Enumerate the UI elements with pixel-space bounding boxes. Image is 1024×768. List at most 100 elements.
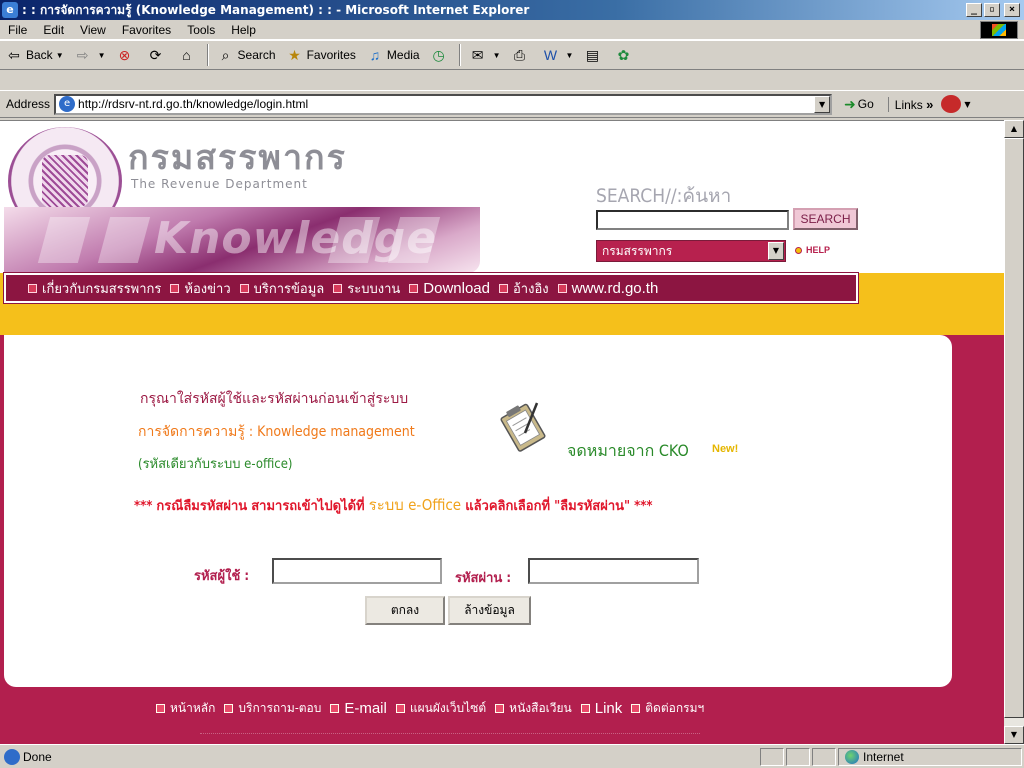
ok-button[interactable]: ตกลง (365, 596, 445, 625)
footer-nav: หน้าหลัก บริการถาม-ตอบ E-mail แผนผังเว็บ… (156, 699, 713, 718)
minimize-button[interactable]: _ (966, 3, 982, 17)
links-button[interactable]: Links » (887, 96, 934, 112)
nav-label: ห้องข่าว (184, 281, 231, 297)
footer-item-circulars[interactable]: หนังสือเวียน (495, 699, 572, 718)
footer-label: Link (594, 700, 623, 717)
page-viewport: กรมสรรพากร The Revenue Department Knowle… (0, 120, 1004, 744)
zone-label: Internet (863, 749, 904, 764)
windows-logo-icon (980, 21, 1018, 39)
back-button[interactable]: ⇦ Back ▼ (0, 42, 69, 68)
chevron-down-icon[interactable]: ▼ (964, 100, 970, 109)
chevron-down-icon[interactable]: ▼ (98, 51, 106, 60)
messenger-button[interactable]: ✿ (609, 42, 640, 68)
username-input[interactable] (272, 558, 442, 584)
login-note: (รหัสเดียวกับระบบ e-office) (138, 457, 293, 472)
extension-icon[interactable] (941, 95, 962, 113)
knowledge-banner: Knowledge Management (4, 207, 480, 273)
menu-file[interactable]: File (0, 23, 35, 37)
refresh-button[interactable]: ⟳ (142, 42, 173, 68)
site-logo-text: กรมสรรพากร (128, 138, 347, 178)
window-title: : : การจัดการความรู้ (Knowledge Manageme… (22, 2, 530, 17)
menu-favorites[interactable]: Favorites (114, 23, 179, 37)
footer-item-faq[interactable]: บริการถาม-ตอบ (224, 699, 321, 718)
footer-item-email[interactable]: E-mail (330, 700, 387, 717)
bullet-icon (330, 704, 340, 713)
mail-button[interactable]: ✉ ▼ (464, 42, 506, 68)
site-search-button[interactable]: SEARCH (793, 208, 858, 230)
history-button[interactable]: ◷ (425, 42, 456, 68)
address-field[interactable]: e http://rdsrv-nt.rd.go.th/knowledge/log… (54, 93, 833, 115)
bullet-icon (28, 283, 37, 293)
site-search-input[interactable] (596, 210, 789, 230)
search-button[interactable]: ⌕ Search (212, 42, 281, 68)
search-scope-select[interactable]: กรมสรรพากร ▼ (596, 240, 786, 262)
print-button[interactable]: ⎙ (506, 42, 537, 68)
forward-button[interactable]: ⇨ ▼ (69, 42, 111, 68)
address-bar: Address e http://rdsrv-nt.rd.go.th/knowl… (0, 90, 1024, 118)
chevron-down-icon[interactable]: ▼ (566, 51, 574, 60)
nav-item-services[interactable]: บริการข้อมูล (239, 278, 325, 299)
nav-item-reference[interactable]: อ้างอิง (498, 278, 549, 299)
nav-item-website[interactable]: www.rd.go.th (557, 280, 658, 297)
bullet-icon (495, 704, 505, 713)
footer-item-link[interactable]: Link (580, 700, 623, 717)
nav-item-download[interactable]: Download (409, 280, 490, 297)
close-button[interactable]: × (1004, 3, 1020, 17)
scroll-thumb[interactable] (1004, 138, 1024, 718)
footer-item-sitemap[interactable]: แผนผังเว็บไซต์ (395, 699, 486, 718)
vertical-scrollbar[interactable]: ▲ ▼ (1004, 120, 1024, 744)
search-scope-value: กรมสรรพากร (602, 244, 673, 258)
edit-button[interactable]: W ▼ (537, 42, 579, 68)
nav-item-systems[interactable]: ระบบงาน (333, 278, 400, 299)
go-button[interactable]: ➜ Go (844, 96, 874, 113)
address-dropdown-icon[interactable]: ▼ (814, 95, 831, 113)
media-button[interactable]: ♫ Media (361, 42, 425, 68)
discuss-button[interactable]: ▤ (578, 42, 609, 68)
menu-view[interactable]: View (72, 23, 114, 37)
clear-button[interactable]: ล้างข้อมูล (448, 596, 531, 625)
footer-item-home[interactable]: หน้าหลัก (156, 699, 215, 718)
password-input[interactable] (528, 558, 699, 584)
nav-label: บริการข้อมูล (253, 281, 325, 297)
chevron-down-icon[interactable]: ▼ (56, 51, 64, 60)
scroll-down-icon[interactable]: ▼ (1004, 726, 1024, 744)
help-link[interactable]: HELP (795, 245, 830, 255)
menu-edit[interactable]: Edit (35, 23, 72, 37)
chevron-down-icon[interactable]: ▼ (493, 51, 501, 60)
cko-letter-link[interactable]: จดหมายจาก CKO (567, 439, 689, 464)
bullet-icon (170, 283, 180, 293)
clipboard-pen-icon[interactable] (497, 399, 547, 453)
bullet-icon (631, 704, 641, 713)
discuss-icon: ▤ (585, 47, 600, 63)
chevron-down-icon[interactable]: ▼ (768, 242, 784, 260)
nav-item-about[interactable]: เกี่ยวกับกรมสรรพากร (28, 278, 161, 299)
stop-button[interactable]: ⊗ (111, 42, 142, 68)
footer-item-contact[interactable]: ติดต่อกรมฯ (631, 699, 704, 718)
login-instruction: กรุณาใส่รหัสผู้ใช้และรหัสผ่านก่อนเข้าสู่… (140, 391, 409, 407)
new-badge: New! (712, 443, 739, 455)
scroll-up-icon[interactable]: ▲ (1004, 120, 1024, 138)
maximize-button[interactable]: ▫ (984, 3, 1000, 17)
favorites-label: Favorites (306, 48, 356, 62)
toolbar-separator (458, 44, 461, 66)
eoffice-link[interactable]: ระบบ e-Office (369, 496, 461, 514)
menu-tools[interactable]: Tools (179, 23, 223, 37)
bullet-icon (333, 283, 343, 293)
go-arrow-icon: ➜ (844, 95, 856, 112)
favorites-button[interactable]: ★ Favorites (281, 42, 361, 68)
home-button[interactable]: ⌂ (173, 42, 204, 68)
chevron-right-icon: » (926, 96, 934, 112)
address-url[interactable]: http://rdsrv-nt.rd.go.th/knowledge/login… (78, 97, 814, 111)
footer-label: หนังสือเวียน (509, 701, 572, 715)
search-label: SEARCH//:ค้นหา (596, 185, 732, 207)
home-icon: ⌂ (182, 47, 191, 63)
bullet-icon (580, 704, 590, 713)
bullet-icon (498, 283, 508, 293)
bullet-icon (395, 704, 405, 713)
menu-bar: File Edit View Favorites Tools Help (0, 20, 1024, 40)
nav-item-news[interactable]: ห้องข่าว (170, 278, 231, 299)
favorites-icon: ★ (288, 47, 301, 63)
site-nav: เกี่ยวกับกรมสรรพากร ห้องข่าว บริการข้อมู… (3, 272, 859, 304)
menu-help[interactable]: Help (223, 23, 264, 37)
bullet-icon (156, 704, 165, 713)
